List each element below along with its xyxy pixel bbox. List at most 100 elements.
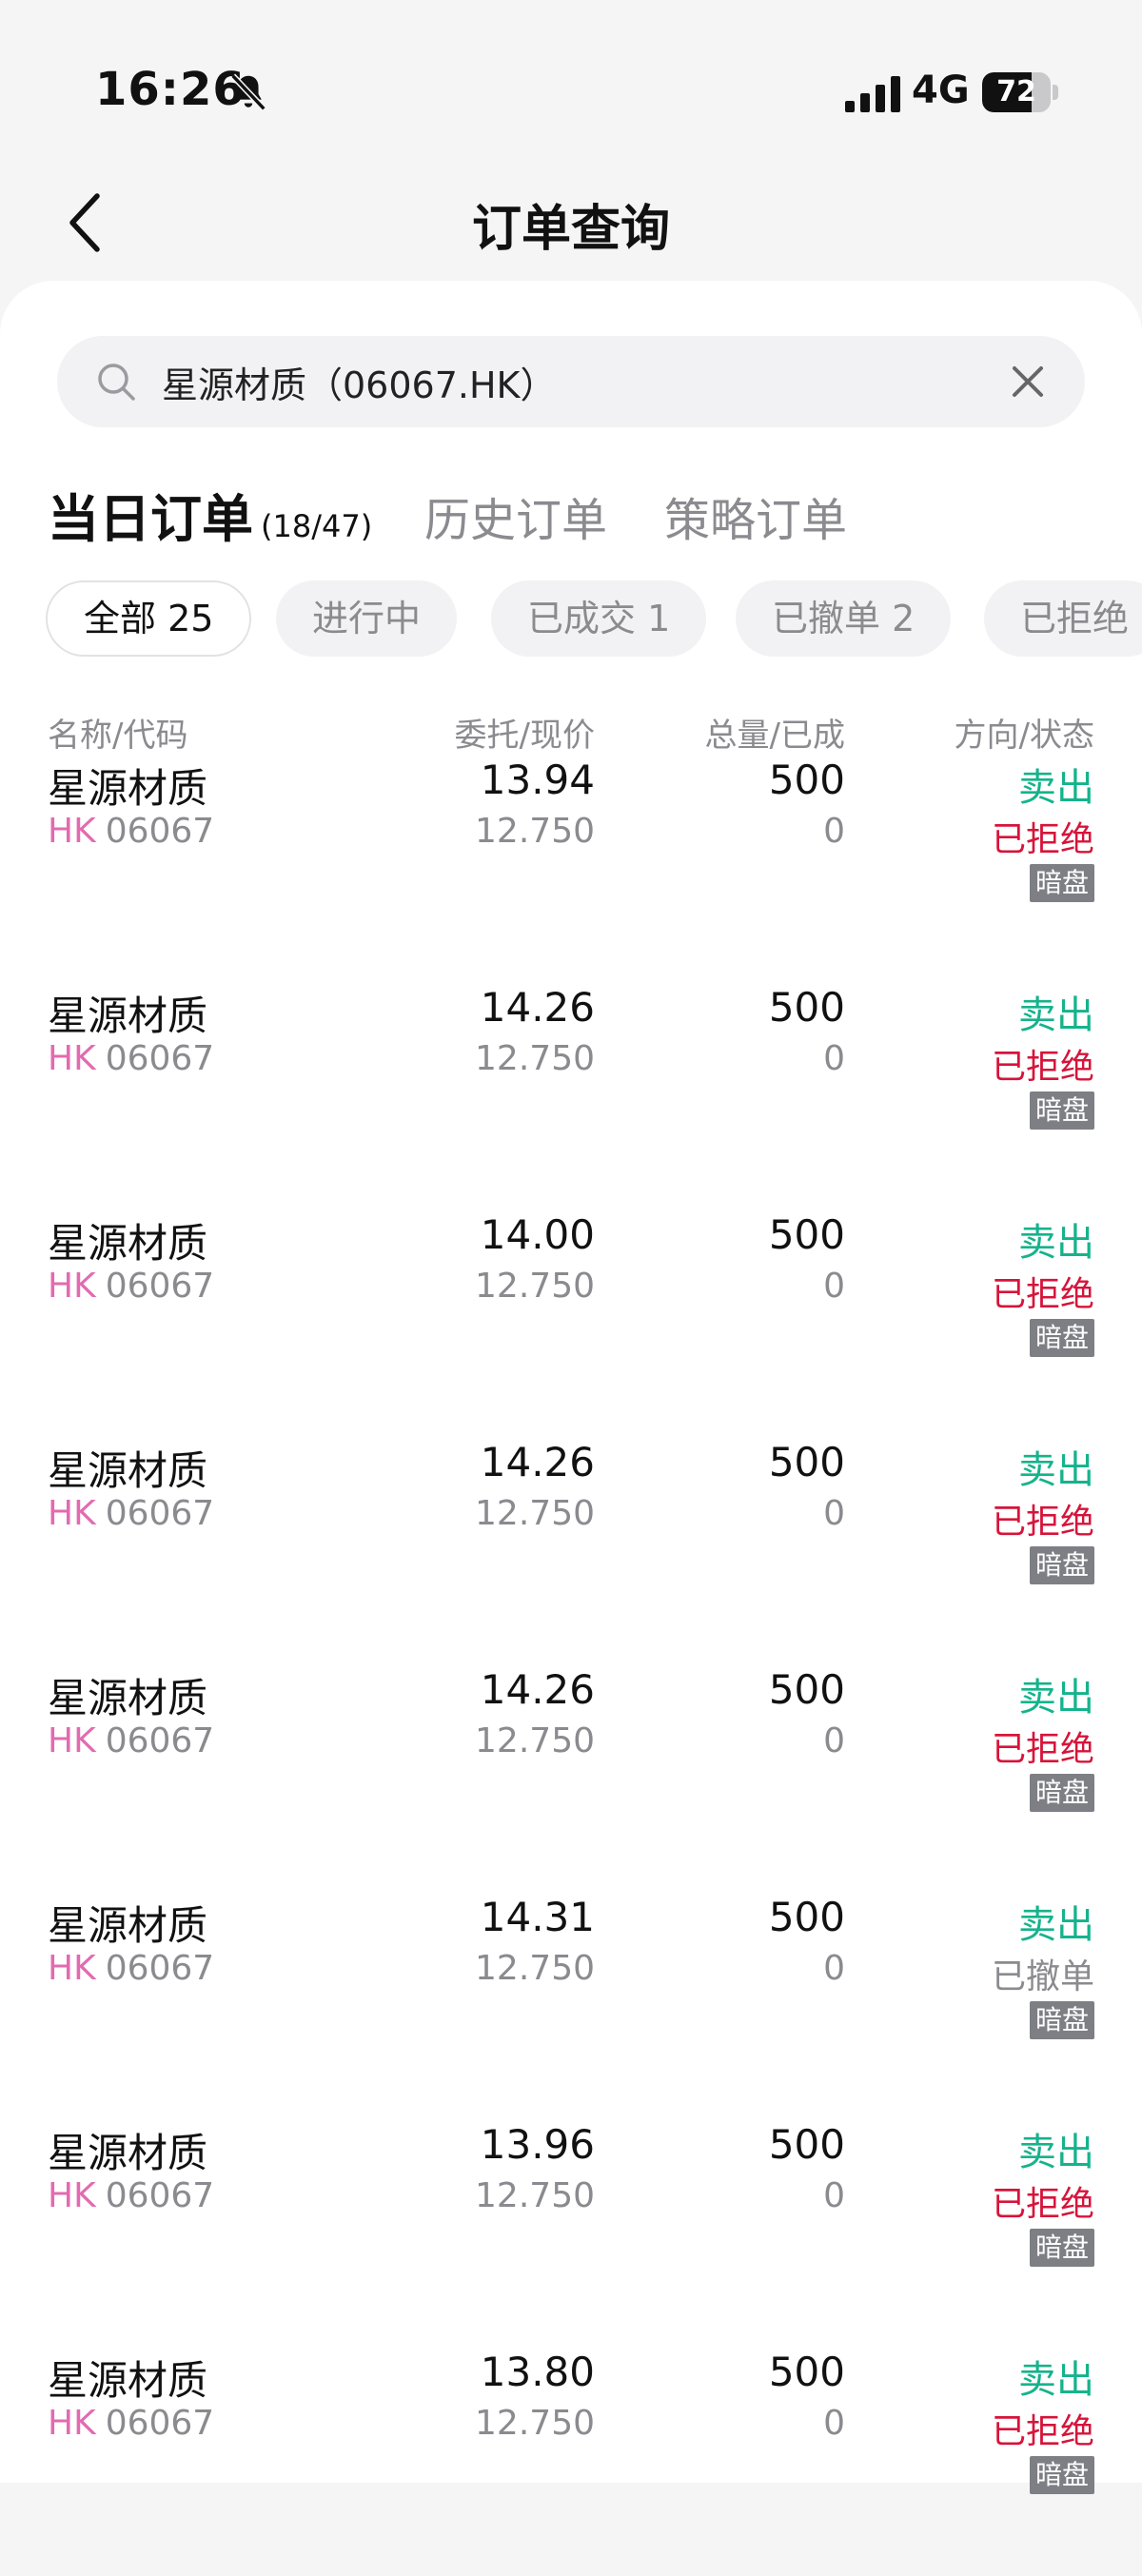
order-status: 已撤单 [991,1957,1094,1996]
total-qty: 500 [768,2121,845,2168]
column-header-name: 名称/代码 [48,717,188,755]
market-label: HK [48,2404,96,2443]
dark-pool-badge: 暗盘 [1029,2001,1094,2039]
order-row[interactable]: 星源材质 HK 06067 13.96 12.750 500 0 卖出 已拒绝 暗盘 [0,2121,1142,2349]
market-label: HK [48,1721,96,1760]
search-box[interactable] [57,336,1085,427]
order-row[interactable]: 星源材质 HK 06067 14.31 12.750 500 0 卖出 已撤单 暗盘 [0,1894,1142,2121]
status-filters: 全部 25 进行中 已成交 1 已撤单 2 已拒绝 [46,580,1142,659]
filter-all[interactable]: 全部 25 [46,580,252,657]
filter-in-progress[interactable]: 进行中 [276,580,458,657]
dark-pool-badge: 暗盘 [1029,1774,1094,1812]
order-direction: 卖出 [1018,1448,1094,1492]
order-price: 13.80 [480,2349,595,2395]
filter-cancelled[interactable]: 已撤单 2 [736,580,952,657]
stock-code: HK 06067 [48,2404,214,2443]
tab-strategy-orders[interactable]: 策略订单 [664,482,847,549]
filled-qty: 0 [823,1721,845,1760]
market-label: HK [48,1494,96,1533]
order-row[interactable]: 星源材质 HK 06067 13.80 12.750 500 0 卖出 已拒绝 暗盘 [0,2349,1142,2576]
dark-pool-badge: 暗盘 [1029,1091,1094,1130]
stock-name: 星源材质 [48,2357,208,2404]
order-status: 已拒绝 [991,2412,1094,2451]
network-type: 4G [912,69,970,112]
current-price: 12.750 [475,1267,595,1306]
order-status: 已拒绝 [991,1730,1094,1769]
clear-icon[interactable] [1009,363,1047,401]
filled-qty: 0 [823,1267,845,1306]
order-price: 14.00 [480,1211,595,1258]
market-label: HK [48,1949,96,1988]
dark-pool-badge: 暗盘 [1029,2456,1094,2494]
filter-filled[interactable]: 已成交 1 [491,580,707,657]
status-time: 16:26 [95,63,246,116]
dark-pool-badge: 暗盘 [1029,1546,1094,1584]
tab-today-orders[interactable]: 当日订单 (18/47) [48,477,372,552]
column-header-price: 委托/现价 [454,717,595,755]
order-direction: 卖出 [1018,2131,1094,2174]
total-qty: 500 [768,1666,845,1713]
code-number: 06067 [105,1267,215,1306]
filled-qty: 0 [823,2404,845,2443]
order-row[interactable]: 星源材质 HK 06067 14.00 12.750 500 0 卖出 已拒绝 暗盘 [0,1211,1142,1439]
order-status: 已拒绝 [991,1275,1094,1314]
market-label: HK [48,812,96,851]
code-number: 06067 [105,1949,215,1988]
tab-today-count: (18/47) [261,508,373,544]
stock-code: HK 06067 [48,812,214,851]
stock-name: 星源材质 [48,993,208,1039]
stock-code: HK 06067 [48,2176,214,2215]
stock-code: HK 06067 [48,1039,214,1078]
code-number: 06067 [105,2404,215,2443]
order-row[interactable]: 星源材质 HK 06067 14.26 12.750 500 0 卖出 已拒绝 暗盘 [0,984,1142,1211]
bell-off-icon [230,73,266,111]
order-row[interactable]: 星源材质 HK 06067 14.26 12.750 500 0 卖出 已拒绝 暗盘 [0,1666,1142,1894]
order-row[interactable]: 星源材质 HK 06067 13.94 12.750 500 0 卖出 已拒绝 暗盘 [0,757,1142,984]
battery-level: 72 [996,75,1036,108]
search-icon [98,364,135,401]
tab-history-orders[interactable]: 历史订单 [424,482,607,549]
order-direction: 卖出 [1018,1903,1094,1947]
filled-qty: 0 [823,1949,845,1988]
order-list: 星源材质 HK 06067 13.94 12.750 500 0 卖出 已拒绝 暗盘 星源材质 HK 0… [0,757,1142,2576]
battery-icon: 72 [982,72,1058,112]
order-direction: 卖出 [1018,766,1094,810]
page-title: 订单查询 [471,201,670,258]
filled-qty: 0 [823,2176,845,2215]
dark-pool-badge: 暗盘 [1029,1319,1094,1357]
code-number: 06067 [105,812,215,851]
order-tabs: 当日订单 (18/47) 历史订单 策略订单 [48,481,1142,557]
order-status: 已拒绝 [991,820,1094,859]
dark-pool-badge: 暗盘 [1029,864,1094,902]
total-qty: 500 [768,1894,845,1940]
filter-rejected[interactable]: 已拒绝 [984,580,1142,657]
order-direction: 卖出 [1018,1676,1094,1720]
tab-today-label: 当日订单 [48,489,253,549]
current-price: 12.750 [475,1039,595,1078]
order-price: 14.26 [480,1439,595,1485]
signal-icon [845,76,900,112]
stock-code: HK 06067 [48,1721,214,1760]
total-qty: 500 [768,1439,845,1485]
current-price: 12.750 [475,1949,595,1988]
order-status: 已拒绝 [991,1503,1094,1542]
current-price: 12.750 [475,2404,595,2443]
order-direction: 卖出 [1018,993,1094,1037]
order-price: 14.26 [480,984,595,1031]
stock-code: HK 06067 [48,1949,214,1988]
code-number: 06067 [105,1039,215,1078]
stock-name: 星源材质 [48,765,208,812]
order-row[interactable]: 星源材质 HK 06067 14.26 12.750 500 0 卖出 已拒绝 暗盘 [0,1439,1142,1666]
current-price: 12.750 [475,2176,595,2215]
market-label: HK [48,1267,96,1306]
stock-name: 星源材质 [48,1902,208,1949]
code-number: 06067 [105,1721,215,1760]
status-bar: 16:26 4G 72 [0,0,1142,171]
market-label: HK [48,1039,96,1078]
stock-name: 星源材质 [48,1220,208,1267]
current-price: 12.750 [475,1494,595,1533]
search-input[interactable] [162,336,1018,427]
stock-name: 星源材质 [48,2130,208,2176]
filled-qty: 0 [823,1494,845,1533]
content-card: 当日订单(18/47) 历史订单 策略订单 全部 25 进行中 已成交 1 已撤… [0,281,1142,2494]
